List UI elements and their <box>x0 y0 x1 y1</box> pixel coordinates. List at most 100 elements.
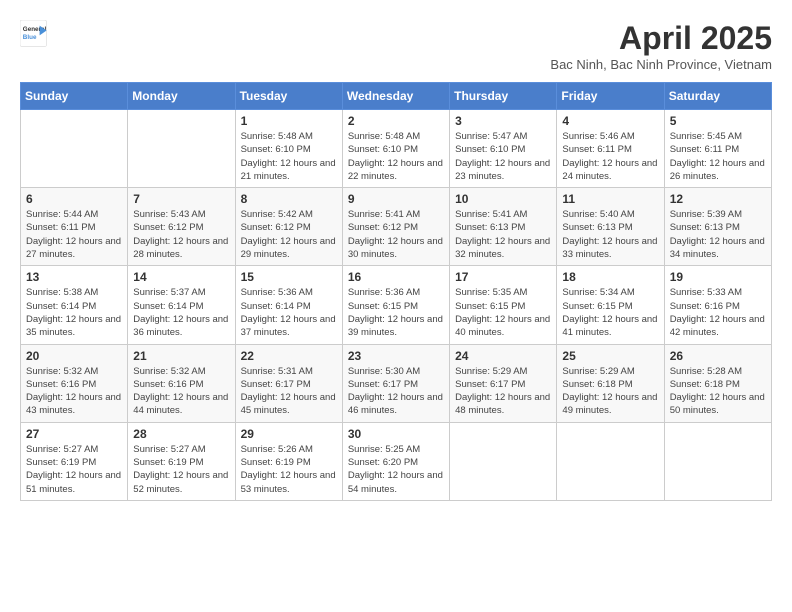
day-number: 24 <box>455 349 551 363</box>
day-info: Sunrise: 5:31 AM Sunset: 6:17 PM Dayligh… <box>241 365 337 418</box>
day-number: 17 <box>455 270 551 284</box>
day-info: Sunrise: 5:32 AM Sunset: 6:16 PM Dayligh… <box>26 365 122 418</box>
day-info: Sunrise: 5:32 AM Sunset: 6:16 PM Dayligh… <box>133 365 229 418</box>
day-info: Sunrise: 5:41 AM Sunset: 6:13 PM Dayligh… <box>455 208 551 261</box>
day-info: Sunrise: 5:47 AM Sunset: 6:10 PM Dayligh… <box>455 130 551 183</box>
calendar-cell <box>128 110 235 188</box>
day-info: Sunrise: 5:48 AM Sunset: 6:10 PM Dayligh… <box>348 130 444 183</box>
day-info: Sunrise: 5:29 AM Sunset: 6:18 PM Dayligh… <box>562 365 658 418</box>
day-info: Sunrise: 5:44 AM Sunset: 6:11 PM Dayligh… <box>26 208 122 261</box>
week-row-2: 6Sunrise: 5:44 AM Sunset: 6:11 PM Daylig… <box>21 188 772 266</box>
day-number: 3 <box>455 114 551 128</box>
title-area: April 2025 Bac Ninh, Bac Ninh Province, … <box>550 20 772 72</box>
day-info: Sunrise: 5:36 AM Sunset: 6:14 PM Dayligh… <box>241 286 337 339</box>
day-info: Sunrise: 5:26 AM Sunset: 6:19 PM Dayligh… <box>241 443 337 496</box>
calendar-cell: 6Sunrise: 5:44 AM Sunset: 6:11 PM Daylig… <box>21 188 128 266</box>
day-info: Sunrise: 5:29 AM Sunset: 6:17 PM Dayligh… <box>455 365 551 418</box>
day-info: Sunrise: 5:34 AM Sunset: 6:15 PM Dayligh… <box>562 286 658 339</box>
calendar-cell: 24 Sunrise: 5:29 AM Sunset: 6:17 PM Dayli… <box>450 344 557 422</box>
day-info: Sunrise: 5:41 AM Sunset: 6:12 PM Dayligh… <box>348 208 444 261</box>
day-info: Sunrise: 5:25 AM Sunset: 6:20 PM Dayligh… <box>348 443 444 496</box>
calendar-cell: 2 Sunrise: 5:48 AM Sunset: 6:10 PM Daylig… <box>342 110 449 188</box>
day-number: 22 <box>241 349 337 363</box>
day-info: Sunrise: 5:30 AM Sunset: 6:17 PM Dayligh… <box>348 365 444 418</box>
calendar-cell: 1Sunrise: 5:48 AM Sunset: 6:10 PM Daylig… <box>235 110 342 188</box>
day-number: 19 <box>670 270 766 284</box>
calendar-cell: 18Sunrise: 5:34 AM Sunset: 6:15 PM Dayli… <box>557 266 664 344</box>
day-number: 16 <box>348 270 444 284</box>
day-number: 21 <box>133 349 229 363</box>
day-number: 20 <box>26 349 122 363</box>
day-info: Sunrise: 5:33 AM Sunset: 6:16 PM Dayligh… <box>670 286 766 339</box>
day-info: Sunrise: 5:45 AM Sunset: 6:11 PM Dayligh… <box>670 130 766 183</box>
calendar-cell: 20 Sunrise: 5:32 AM Sunset: 6:16 PM Dayli… <box>21 344 128 422</box>
calendar-cell: 25Sunrise: 5:29 AM Sunset: 6:18 PM Dayli… <box>557 344 664 422</box>
day-info: Sunrise: 5:35 AM Sunset: 6:15 PM Dayligh… <box>455 286 551 339</box>
day-number: 14 <box>133 270 229 284</box>
calendar-cell: 13 Sunrise: 5:38 AM Sunset: 6:14 PM Dayli… <box>21 266 128 344</box>
day-number: 23 <box>348 349 444 363</box>
calendar-cell: 30 Sunrise: 5:25 AM Sunset: 6:20 PM Dayli… <box>342 422 449 500</box>
day-info: Sunrise: 5:37 AM Sunset: 6:14 PM Dayligh… <box>133 286 229 339</box>
header: General Blue April 2025 Bac Ninh, Bac Ni… <box>20 20 772 72</box>
weekday-header-tuesday: Tuesday <box>235 83 342 110</box>
day-number: 4 <box>562 114 658 128</box>
logo: General Blue <box>20 20 48 48</box>
day-number: 1 <box>241 114 337 128</box>
week-row-1: 1 Sunrise: 5:48 AM Sunset: 6:10 PM Daylig… <box>21 110 772 188</box>
calendar-cell: 10 Sunrise: 5:41 AM Sunset: 6:13 PM Dayli… <box>450 188 557 266</box>
calendar-cell: 8 Sunrise: 5:42 AM Sunset: 6:12 PM Daylig… <box>235 188 342 266</box>
calendar-cell <box>557 422 664 500</box>
day-number: 26 <box>670 349 766 363</box>
day-info: Sunrise: 5:42 AM Sunset: 6:12 PM Dayligh… <box>241 208 337 261</box>
day-number: 27 <box>26 427 122 441</box>
weekday-header-thursday: Thursday <box>450 83 557 110</box>
calendar-cell: 29 Sunrise: 5:26 AM Sunset: 6:19 PM Dayli… <box>235 422 342 500</box>
logo-icon: General Blue <box>20 20 48 48</box>
calendar-cell: 27 Sunrise: 5:27 AM Sunset: 6:19 PM Dayli… <box>21 422 128 500</box>
calendar-cell: 11Sunrise: 5:40 AM Sunset: 6:13 PM Dayli… <box>557 188 664 266</box>
calendar-cell <box>664 422 771 500</box>
day-number: 2 <box>348 114 444 128</box>
day-number: 8 <box>241 192 337 206</box>
calendar-cell: 9 Sunrise: 5:41 AM Sunset: 6:12 PM Daylig… <box>342 188 449 266</box>
day-number: 28 <box>133 427 229 441</box>
week-row-4: 20 Sunrise: 5:32 AM Sunset: 6:16 PM Dayli… <box>21 344 772 422</box>
weekday-header-wednesday: Wednesday <box>342 83 449 110</box>
weekday-header-saturday: Saturday <box>664 83 771 110</box>
day-info: Sunrise: 5:27 AM Sunset: 6:19 PM Dayligh… <box>133 443 229 496</box>
day-number: 7 <box>133 192 229 206</box>
calendar-cell: 26 Sunrise: 5:28 AM Sunset: 6:18 PM Dayli… <box>664 344 771 422</box>
day-info: Sunrise: 5:27 AM Sunset: 6:19 PM Dayligh… <box>26 443 122 496</box>
day-number: 5 <box>670 114 766 128</box>
calendar-cell: 28 Sunrise: 5:27 AM Sunset: 6:19 PM Dayli… <box>128 422 235 500</box>
month-title: April 2025 <box>550 20 772 57</box>
day-info: Sunrise: 5:46 AM Sunset: 6:11 PM Dayligh… <box>562 130 658 183</box>
week-row-5: 27 Sunrise: 5:27 AM Sunset: 6:19 PM Dayli… <box>21 422 772 500</box>
calendar-cell: 23 Sunrise: 5:30 AM Sunset: 6:17 PM Dayli… <box>342 344 449 422</box>
day-info: Sunrise: 5:43 AM Sunset: 6:12 PM Dayligh… <box>133 208 229 261</box>
calendar-cell: 21 Sunrise: 5:32 AM Sunset: 6:16 PM Dayli… <box>128 344 235 422</box>
day-number: 15 <box>241 270 337 284</box>
calendar-cell: 15 Sunrise: 5:36 AM Sunset: 6:14 PM Dayli… <box>235 266 342 344</box>
day-number: 10 <box>455 192 551 206</box>
day-info: Sunrise: 5:38 AM Sunset: 6:14 PM Dayligh… <box>26 286 122 339</box>
day-number: 12 <box>670 192 766 206</box>
location-subtitle: Bac Ninh, Bac Ninh Province, Vietnam <box>550 57 772 72</box>
day-info: Sunrise: 5:28 AM Sunset: 6:18 PM Dayligh… <box>670 365 766 418</box>
calendar-cell: 7 Sunrise: 5:43 AM Sunset: 6:12 PM Daylig… <box>128 188 235 266</box>
weekday-header-sunday: Sunday <box>21 83 128 110</box>
calendar-table: SundayMondayTuesdayWednesdayThursdayFrid… <box>20 82 772 501</box>
calendar-cell: 19 Sunrise: 5:33 AM Sunset: 6:16 PM Dayli… <box>664 266 771 344</box>
day-number: 13 <box>26 270 122 284</box>
weekday-header-friday: Friday <box>557 83 664 110</box>
day-number: 9 <box>348 192 444 206</box>
day-info: Sunrise: 5:39 AM Sunset: 6:13 PM Dayligh… <box>670 208 766 261</box>
calendar-cell: 4 Sunrise: 5:46 AM Sunset: 6:11 PM Daylig… <box>557 110 664 188</box>
calendar-cell: 17 Sunrise: 5:35 AM Sunset: 6:15 PM Dayli… <box>450 266 557 344</box>
calendar-cell: 14 Sunrise: 5:37 AM Sunset: 6:14 PM Dayli… <box>128 266 235 344</box>
day-number: 30 <box>348 427 444 441</box>
calendar-cell: 5 Sunrise: 5:45 AM Sunset: 6:11 PM Daylig… <box>664 110 771 188</box>
calendar-cell: 3 Sunrise: 5:47 AM Sunset: 6:10 PM Daylig… <box>450 110 557 188</box>
day-number: 29 <box>241 427 337 441</box>
